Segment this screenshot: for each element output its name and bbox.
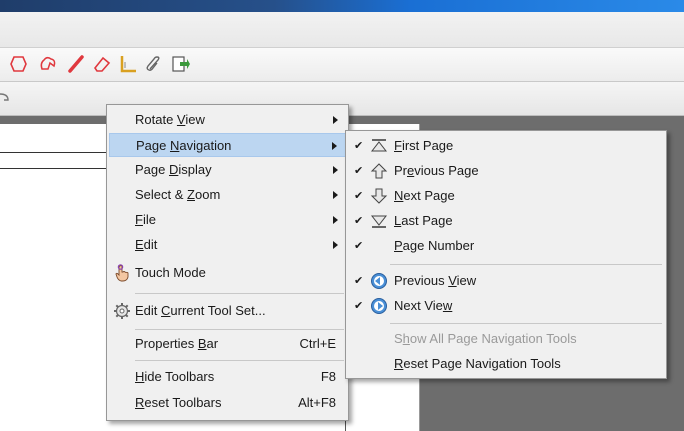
submenu-item-next-page[interactable]: ✔ Next Page xyxy=(348,184,664,208)
submenu-arrow-icon xyxy=(333,191,338,199)
submenu-arrow-icon xyxy=(332,142,337,150)
comment-toolbar xyxy=(0,48,684,82)
polygon-tool-icon[interactable] xyxy=(8,54,28,74)
menu-separator xyxy=(390,264,662,265)
submenu-item-label: Last Page xyxy=(394,213,453,228)
submenu-item-reset-page-navigation-tools[interactable]: Reset Page Navigation Tools xyxy=(348,352,664,376)
submenu-item-first-page[interactable]: ✔ First Page xyxy=(348,134,664,158)
menu-item-hide-toolbars[interactable]: Hide Toolbars F8 xyxy=(109,365,346,389)
menu-separator xyxy=(135,293,344,294)
menu-separator xyxy=(135,329,344,330)
menu-item-label: Hide Toolbars xyxy=(135,369,215,384)
pencil-tool-icon[interactable] xyxy=(66,54,86,74)
menu-bar xyxy=(0,12,684,48)
menu-item-label: File xyxy=(135,212,156,227)
menu-item-page-navigation[interactable]: Page Navigation xyxy=(109,133,346,157)
previous-view-icon xyxy=(371,273,387,289)
cloud-tool-icon[interactable] xyxy=(38,54,58,74)
submenu-item-show-all-page-navigation-tools: Show All Page Navigation Tools xyxy=(348,327,664,351)
submenu-item-label: Previous Page xyxy=(394,163,479,178)
check-mark-icon: ✔ xyxy=(354,300,364,312)
menu-item-label: Properties Bar xyxy=(135,336,219,351)
submenu-arrow-icon xyxy=(333,216,338,224)
menu-item-label: Edit xyxy=(135,237,158,252)
submenu-arrow-icon xyxy=(333,241,338,249)
menu-item-label: Select & Zoom xyxy=(135,187,221,202)
shortcut-label: Ctrl+E xyxy=(299,336,336,351)
menu-item-file[interactable]: File xyxy=(109,208,346,232)
next-view-icon xyxy=(371,298,387,314)
menu-separator xyxy=(390,323,662,324)
submenu-item-label: Next Page xyxy=(394,188,455,203)
check-mark-icon: ✔ xyxy=(354,215,364,227)
submenu-item-last-page[interactable]: ✔ Last Page xyxy=(348,209,664,233)
submenu-item-next-view[interactable]: ✔ Next View xyxy=(348,294,664,318)
window-title-bar xyxy=(0,0,684,12)
menu-item-select-zoom[interactable]: Select & Zoom xyxy=(109,183,346,207)
check-mark-icon: ✔ xyxy=(354,240,364,252)
submenu-item-page-number[interactable]: ✔ Page Number xyxy=(348,234,664,258)
submenu-item-previous-page[interactable]: ✔ Previous Page xyxy=(348,159,664,183)
gear-icon xyxy=(114,303,130,319)
submenu-item-label: Page Number xyxy=(394,238,475,253)
menu-item-label: Reset Toolbars xyxy=(135,395,222,410)
menu-item-edit[interactable]: Edit xyxy=(109,233,346,257)
sound-attach-icon[interactable] xyxy=(170,54,190,74)
menu-item-page-display[interactable]: Page Display xyxy=(109,158,346,182)
touch-hand-icon xyxy=(115,264,129,282)
toolbar-context-menu: Rotate View Page Navigation Page Display… xyxy=(106,104,349,421)
next-page-icon xyxy=(370,188,388,204)
menu-item-rotate-view[interactable]: Rotate View xyxy=(109,108,346,132)
shortcut-label: Alt+F8 xyxy=(298,395,336,410)
submenu-arrow-icon xyxy=(333,166,338,174)
first-page-icon xyxy=(370,139,388,152)
partial-tool-icon xyxy=(0,93,9,101)
eraser-tool-icon[interactable] xyxy=(92,54,112,74)
menu-item-label: Page Navigation xyxy=(136,138,232,153)
submenu-item-previous-view[interactable]: ✔ Previous View xyxy=(348,269,664,293)
menu-item-label: Rotate View xyxy=(135,112,205,127)
submenu-item-label: Reset Page Navigation Tools xyxy=(394,356,561,371)
check-mark-icon: ✔ xyxy=(354,140,364,152)
menu-item-properties-bar[interactable]: Properties Bar Ctrl+E xyxy=(109,332,346,356)
submenu-item-label: Show All Page Navigation Tools xyxy=(394,331,577,346)
page-navigation-submenu: ✔ First Page ✔ Previous Page ✔ Next Page… xyxy=(345,130,667,379)
dimension-tool-icon[interactable] xyxy=(118,54,138,74)
submenu-item-label: Previous View xyxy=(394,273,477,288)
menu-item-label: Page Display xyxy=(135,162,212,177)
menu-item-touch-mode[interactable]: Touch Mode xyxy=(109,261,346,285)
menu-separator xyxy=(135,360,344,361)
menu-item-edit-current-tool-set[interactable]: Edit Current Tool Set... xyxy=(109,299,346,323)
submenu-item-label: First Page xyxy=(394,138,454,153)
shortcut-label: F8 xyxy=(320,369,336,384)
menu-item-label: Edit Current Tool Set... xyxy=(135,303,266,318)
check-mark-icon: ✔ xyxy=(354,190,364,202)
check-mark-icon: ✔ xyxy=(354,165,364,177)
menu-item-reset-toolbars[interactable]: Reset Toolbars Alt+F8 xyxy=(109,391,346,415)
attach-file-icon[interactable] xyxy=(144,54,164,74)
check-mark-icon: ✔ xyxy=(354,275,364,287)
menu-item-label: Touch Mode xyxy=(135,265,206,280)
last-page-icon xyxy=(370,215,388,228)
previous-page-icon xyxy=(370,163,388,179)
submenu-arrow-icon xyxy=(333,116,338,124)
submenu-item-label: Next View xyxy=(394,298,453,313)
